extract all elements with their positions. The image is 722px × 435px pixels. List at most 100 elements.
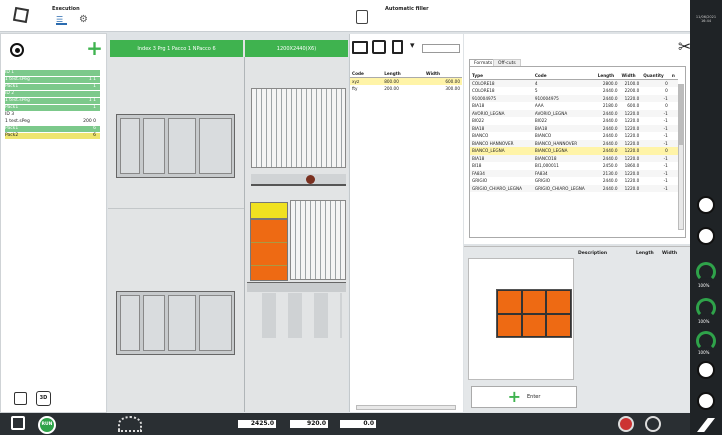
- tree-item[interactable]: Pack1 6: [5, 126, 100, 132]
- run-button[interactable]: RUN: [38, 416, 56, 434]
- table-cell: BIANCO HANNOVER: [470, 139, 533, 147]
- column-header[interactable]: Code: [350, 70, 383, 78]
- home-icon[interactable]: [11, 416, 25, 430]
- tree-item[interactable]: 1 test.sPeg 1 1: [5, 98, 100, 104]
- lift-base: [247, 282, 346, 292]
- execution-icon[interactable]: [12, 6, 30, 24]
- alarm-button[interactable]: [697, 392, 715, 410]
- tree-item[interactable]: Pack2 6: [5, 133, 100, 139]
- column-header[interactable]: n: [669, 72, 678, 80]
- table-row[interactable]: BIA18 BIANCO18 2440.0 1220.0 -1: [470, 154, 678, 162]
- table-cell: 300.00: [445, 86, 460, 92]
- tree-item-label: 1 test.sPeg: [5, 98, 30, 103]
- execution-title: Execution: [52, 6, 80, 12]
- add-button[interactable]: +: [86, 38, 103, 58]
- table-cell: BI1,000011: [534, 163, 559, 169]
- target-icon[interactable]: [10, 43, 24, 57]
- value-1: 2425.0: [238, 420, 276, 428]
- table-cell: [670, 177, 678, 185]
- table-cell: 2100.0: [619, 79, 642, 87]
- column-header[interactable]: Length: [595, 72, 620, 80]
- flag-button[interactable]: [697, 196, 715, 214]
- table-cell: 2440.0: [595, 147, 620, 155]
- chat-button[interactable]: [697, 361, 715, 379]
- table-row[interactable]: xyz 800.00 600.00: [350, 77, 462, 85]
- files-table[interactable]: Code Length Width xyz 800.00 600.00 fty 200.00 3…: [350, 70, 462, 93]
- table-cell: 0: [665, 103, 668, 109]
- orange-preview: [496, 289, 572, 338]
- column-header[interactable]: Width: [423, 70, 462, 78]
- user-button[interactable]: [697, 227, 715, 245]
- table-row[interactable]: GRIGIO_CHIARO_LEGNA GRIGIO_CHIARO_LEGNA 24…: [470, 184, 678, 192]
- table-cell: 2440.0: [595, 124, 620, 132]
- tree-item[interactable]: 1 test.sPeg 1 1: [5, 77, 100, 83]
- table-row[interactable]: BIANCO HANNOVER BIANCO_HANNOVER 2440.0 1220…: [470, 139, 678, 147]
- table-row[interactable]: GRIGIO GRIGIO 2440.0 1220.0 -1: [470, 177, 678, 185]
- table-cell: [670, 117, 678, 125]
- auto-filler-icon[interactable]: [356, 10, 368, 24]
- filter-input[interactable]: [422, 44, 460, 53]
- lower-header-length: Length: [636, 251, 654, 256]
- table-cell: 1220.0: [619, 154, 642, 162]
- 3d-view-icon[interactable]: 3D: [36, 391, 51, 406]
- enter-button[interactable]: + Enter: [471, 386, 577, 408]
- table-row[interactable]: BIA18 AAA 2180.0 600.0 0: [470, 102, 678, 110]
- table-cell: 4: [532, 79, 596, 87]
- table-row[interactable]: BIANCO_LEGNA BIANCO_LEGNA 2440.0 1220.0 0: [470, 147, 678, 155]
- column-header[interactable]: Width: [619, 72, 642, 80]
- tree-item[interactable]: ID 3: [5, 112, 100, 118]
- column-header[interactable]: Type: [470, 72, 533, 80]
- table-row[interactable]: 910004975 910004975 2440.0 1220.0 -1: [470, 94, 678, 102]
- filter-icon[interactable]: ▾: [410, 42, 415, 51]
- column-header[interactable]: Length: [382, 70, 424, 78]
- stop-button[interactable]: [618, 416, 634, 432]
- table-row[interactable]: fty 200.00 300.00: [350, 85, 462, 93]
- table-cell: 1220.0: [619, 94, 642, 102]
- report-icon[interactable]: [14, 392, 27, 405]
- formats-scrollbar[interactable]: [678, 84, 684, 230]
- table-row[interactable]: COLORE18 5 2440.0 2200.0 0: [470, 87, 678, 95]
- enter-label: Enter: [526, 394, 541, 400]
- tree-item-label: ID 2: [5, 91, 15, 96]
- tree-item-label: 1 test.sPeg: [5, 119, 30, 124]
- tree-item-value: 1 1: [88, 98, 96, 103]
- tree-item[interactable]: Pack1 1: [5, 105, 100, 111]
- table-cell: 2180.0: [602, 103, 618, 109]
- tree-item-value: 6: [93, 133, 96, 138]
- table-cell: BIANCO: [472, 133, 489, 139]
- files-scrollbar[interactable]: [356, 405, 456, 410]
- settings-icon[interactable]: ⚙: [79, 14, 88, 25]
- table-row[interactable]: FA834 FA834 2130.0 1220.0 -1: [470, 169, 678, 177]
- table-row[interactable]: BIANCO BIANCO 2440.0 1220.0 -1: [470, 132, 678, 140]
- tree-item[interactable]: Pack1 1: [5, 84, 100, 90]
- open-folder-icon[interactable]: [352, 41, 368, 54]
- table-row[interactable]: BIA18 BIA18 2440.0 1220.0 -1: [470, 124, 678, 132]
- formats-table[interactable]: Type Code Length Width Quantity n COLORE18 4 280…: [470, 72, 678, 192]
- table-cell: BIANCO_LEGNA: [470, 147, 533, 155]
- tree-item[interactable]: 1 test.sPeg 200 0: [5, 119, 100, 125]
- tree-item-value: 1: [93, 84, 96, 89]
- tree-item[interactable]: ID 2: [5, 91, 100, 97]
- table-row[interactable]: COLORE18 4 2800.0 2100.0 0: [470, 79, 678, 87]
- globe-button[interactable]: [645, 416, 661, 432]
- table-cell: 1220.0: [619, 147, 642, 155]
- auto-filler-title: Automatic filler: [385, 6, 429, 12]
- column-header[interactable]: Code: [532, 72, 596, 80]
- tree-item-value: 6: [93, 126, 96, 131]
- table-cell: -1: [641, 124, 670, 132]
- table-row[interactable]: BI022 BI022 2440.0 1220.0 -1: [470, 117, 678, 125]
- table-row[interactable]: BI18 BI1,000011 2450.0 1860.0 -1: [470, 162, 678, 170]
- table-cell: AAA: [534, 103, 544, 109]
- table-row[interactable]: AVORIO_LEGNA AVORIO_LEGNA 2440.0 1220.0 -1: [470, 109, 678, 117]
- tree-item[interactable]: ID 1: [5, 70, 100, 76]
- table-cell: 2130.0: [595, 169, 620, 177]
- save-icon[interactable]: [372, 40, 386, 54]
- list-view-icon[interactable]: ☰: [56, 16, 67, 25]
- table-cell: FA834: [532, 169, 596, 177]
- column-header[interactable]: Quantity: [641, 72, 670, 80]
- table-cell: 0: [641, 79, 670, 87]
- tree-item-value: 1 1: [88, 77, 96, 82]
- table-cell: 2440.0: [595, 94, 620, 102]
- new-file-icon[interactable]: [392, 40, 403, 54]
- tree-item-label: Pack1: [5, 84, 19, 89]
